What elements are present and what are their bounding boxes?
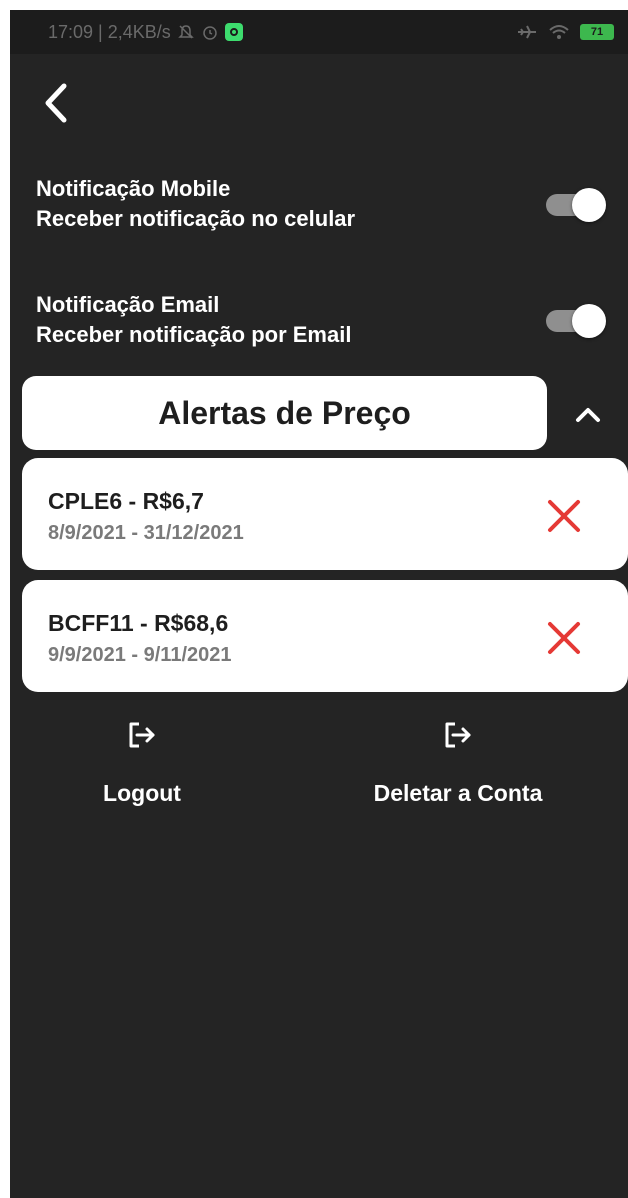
status-left: 17:09 | 2,4KB/s — [48, 22, 243, 43]
price-alert-card: CPLE6 - R$6,7 8/9/2021 - 31/12/2021 — [22, 458, 628, 570]
setting-email-subtitle: Receber notificação por Email — [36, 322, 352, 347]
setting-mobile-notification: Notificação Mobile Receber notificação n… — [36, 174, 606, 244]
setting-mobile-subtitle: Receber notificação no celular — [36, 206, 356, 231]
price-alert-dates: 8/9/2021 - 31/12/2021 — [48, 522, 244, 544]
price-alert-title: CPLE6 - R$6,7 — [48, 488, 204, 514]
logout-icon — [445, 722, 471, 748]
setting-mobile-title: Notificação Mobile — [36, 176, 231, 201]
logout-button[interactable]: Logout — [32, 718, 252, 818]
price-alert-title: BCFF11 - R$68,6 — [48, 610, 229, 636]
status-time: 17:09 | 2,4KB/s — [48, 21, 171, 42]
delete-alert-button[interactable] — [544, 496, 584, 536]
price-alert-card: BCFF11 - R$68,6 9/9/2021 - 9/11/2021 — [22, 580, 628, 692]
setting-email-title: Notificação Email — [36, 292, 220, 317]
chevron-up-icon — [576, 408, 600, 422]
toggle-knob — [572, 304, 606, 338]
airplane-mode-icon — [518, 25, 536, 39]
app-notification-icon — [224, 23, 243, 41]
logout-icon — [129, 722, 155, 748]
back-button[interactable] — [34, 78, 78, 128]
mobile-notification-toggle[interactable] — [546, 188, 606, 222]
mute-icon — [177, 25, 194, 39]
app-screen: 17:09 | 2,4KB/s 71 Notificação Mobile Re… — [10, 10, 628, 1198]
status-right: 71 — [516, 23, 614, 41]
toggle-knob — [572, 188, 606, 222]
price-alerts-title: Alertas de Preço — [158, 394, 411, 431]
battery-icon: 71 — [580, 24, 614, 40]
close-icon — [548, 622, 580, 654]
logout-label: Logout — [103, 780, 181, 806]
price-alert-dates: 9/9/2021 - 9/11/2021 — [48, 644, 232, 666]
status-bar: 17:09 | 2,4KB/s 71 — [10, 10, 628, 54]
setting-email-notification: Notificação Email Receber notificação po… — [36, 290, 606, 360]
close-icon — [548, 500, 580, 532]
alarm-icon — [203, 26, 217, 40]
email-notification-toggle[interactable] — [546, 304, 606, 338]
chevron-left-icon — [45, 83, 67, 123]
price-alerts-header[interactable]: Alertas de Preço — [22, 376, 547, 450]
delete-account-button[interactable]: Deletar a Conta — [348, 718, 568, 818]
delete-alert-button[interactable] — [544, 618, 584, 658]
collapse-alerts-button[interactable] — [570, 400, 606, 430]
delete-account-label: Deletar a Conta — [373, 780, 543, 806]
wifi-icon — [549, 25, 569, 39]
